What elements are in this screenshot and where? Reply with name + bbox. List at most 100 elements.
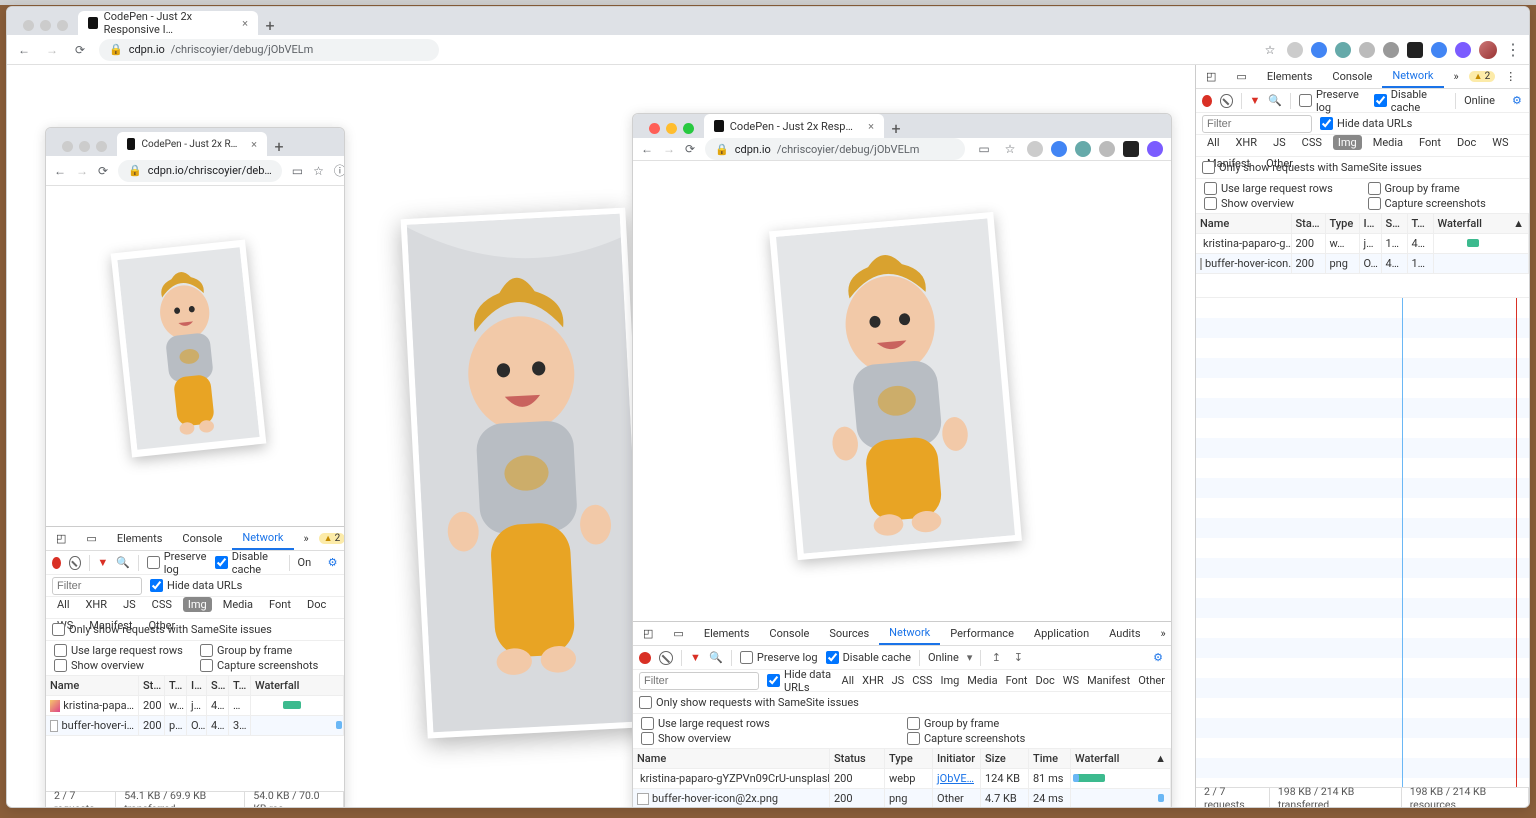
- table-row[interactable]: buffer-hover-icon… 200 png O… 4… 1…: [1196, 254, 1529, 274]
- online-selector[interactable]: On: [298, 556, 312, 569]
- ext-icon[interactable]: [1099, 141, 1115, 157]
- dt-close-icon[interactable]: ×: [1526, 65, 1529, 88]
- samesite-check[interactable]: Only show requests with SameSite issues: [639, 696, 859, 709]
- clear-button[interactable]: [69, 556, 80, 570]
- ext-icon[interactable]: [1383, 42, 1399, 58]
- large-rows-check[interactable]: Use large request rows: [1204, 182, 1358, 195]
- type-css[interactable]: CSS: [147, 597, 177, 612]
- profile-avatar[interactable]: [1171, 140, 1172, 158]
- profile-avatar[interactable]: [1479, 41, 1497, 59]
- inspect-icon[interactable]: ◰: [1196, 65, 1226, 88]
- filter-input[interactable]: [639, 672, 759, 690]
- more-tabs-icon[interactable]: »: [294, 527, 319, 550]
- dt-tab[interactable]: Elements: [694, 622, 760, 645]
- preserve-log-check[interactable]: Preserve log: [147, 550, 207, 576]
- device-icon[interactable]: ▭: [76, 527, 106, 550]
- ext-icon[interactable]: [1287, 42, 1303, 58]
- warning-badge[interactable]: 2: [1469, 71, 1496, 82]
- table-row[interactable]: kristina-paparo-gYZPVn09CrU-unsplash… 20…: [633, 769, 1171, 789]
- samesite-check[interactable]: Only show requests with SameSite issues: [1202, 161, 1422, 174]
- traffic-max[interactable]: [96, 141, 107, 152]
- group-frame-check[interactable]: Group by frame: [200, 644, 336, 657]
- table-row[interactable]: buffer-hover-i… 200 p… O… 4… 3…: [46, 716, 344, 736]
- show-overview-check[interactable]: Show overview: [641, 732, 897, 745]
- ext-icon[interactable]: [1147, 141, 1163, 157]
- ext-icon[interactable]: [1311, 42, 1327, 58]
- download-icon[interactable]: ↧: [1011, 651, 1025, 665]
- capture-check[interactable]: Capture screenshots: [200, 659, 336, 672]
- online-selector[interactable]: Online: [928, 651, 959, 664]
- traffic-close[interactable]: [23, 20, 34, 31]
- traffic-min[interactable]: [40, 20, 51, 31]
- inspect-icon[interactable]: ◰: [633, 622, 663, 645]
- new-tab-button[interactable]: +: [267, 137, 291, 156]
- traffic-min[interactable]: [666, 123, 677, 134]
- star-icon[interactable]: ☆: [1001, 142, 1019, 156]
- address-field[interactable]: 🔒 cdpn.io/chriscoyier/deb…: [118, 160, 282, 182]
- back-icon[interactable]: ←: [641, 142, 653, 156]
- inspect-icon[interactable]: ◰: [46, 527, 76, 550]
- disable-cache-check[interactable]: Disable cache: [1374, 88, 1447, 114]
- search-icon[interactable]: 🔍: [709, 651, 723, 665]
- online-selector[interactable]: Online: [1464, 94, 1495, 107]
- type-font[interactable]: Font: [264, 597, 296, 612]
- record-button[interactable]: [1202, 95, 1212, 107]
- dt-tab[interactable]: Console: [759, 622, 819, 645]
- large-rows-check[interactable]: Use large request rows: [54, 644, 190, 657]
- reload-icon[interactable]: ⟳: [685, 142, 695, 156]
- hide-urls-check[interactable]: Hide data URLs: [150, 579, 242, 592]
- preserve-log-check[interactable]: Preserve log: [1299, 88, 1366, 114]
- filter-input[interactable]: [52, 577, 142, 595]
- type-all[interactable]: All: [842, 674, 855, 687]
- table-row[interactable]: kristina-papa… 200 w… j… 4… …: [46, 696, 344, 716]
- col-name[interactable]: Name: [46, 676, 139, 695]
- dt-tab-network[interactable]: Network: [879, 622, 940, 645]
- type-img[interactable]: Img: [940, 674, 959, 687]
- dt-tab[interactable]: Audits: [1099, 622, 1150, 645]
- address-field[interactable]: 🔒 cdpn.io/chriscoyier/debug/jObVELm: [705, 138, 965, 160]
- dt-tab[interactable]: Performance: [940, 622, 1024, 645]
- gear-icon[interactable]: ⚙: [1511, 94, 1523, 108]
- clear-button[interactable]: [659, 651, 673, 665]
- forward-icon[interactable]: →: [663, 142, 675, 156]
- type-all[interactable]: All: [1202, 135, 1225, 150]
- gear-icon[interactable]: ⚙: [327, 556, 338, 570]
- dt-tab-console[interactable]: Console: [172, 527, 232, 550]
- star-icon[interactable]: ☆: [1261, 43, 1279, 57]
- filter-icon[interactable]: ▼: [690, 651, 701, 664]
- type-all[interactable]: All: [52, 597, 75, 612]
- traffic-max[interactable]: [57, 20, 68, 31]
- traffic-close[interactable]: [649, 123, 660, 134]
- dt-tab[interactable]: Elements: [1257, 65, 1323, 88]
- table-row[interactable]: buffer-hover-icon@2x.png 200 png Other 4…: [633, 789, 1171, 807]
- disable-cache-check[interactable]: Disable cache: [215, 550, 281, 576]
- star-icon[interactable]: ☆: [313, 164, 324, 178]
- cast-icon[interactable]: ▭: [975, 142, 993, 156]
- new-tab-button[interactable]: +: [884, 119, 908, 138]
- traffic-close[interactable]: [62, 141, 73, 152]
- ext-icon[interactable]: [1075, 141, 1091, 157]
- info-icon[interactable]: ⓘ: [334, 162, 345, 179]
- tab-close-icon[interactable]: ×: [242, 17, 248, 30]
- clear-button[interactable]: [1220, 94, 1232, 108]
- dt-tab[interactable]: Sources: [819, 622, 879, 645]
- type-xhr[interactable]: XHR: [81, 597, 113, 612]
- reload-icon[interactable]: ⟳: [98, 164, 108, 178]
- ext-icon[interactable]: [1335, 42, 1351, 58]
- upload-icon[interactable]: ↥: [989, 651, 1003, 665]
- address-field[interactable]: 🔒 cdpn.io/chriscoyier/debug/jObVELm: [99, 39, 439, 61]
- back-icon[interactable]: ←: [15, 43, 33, 57]
- more-tabs-icon[interactable]: »: [1444, 65, 1469, 88]
- show-overview-check[interactable]: Show overview: [1204, 197, 1358, 210]
- group-frame-check[interactable]: Group by frame: [907, 717, 1163, 730]
- capture-check[interactable]: Capture screenshots: [907, 732, 1163, 745]
- type-js[interactable]: JS: [118, 597, 141, 612]
- hide-urls-check[interactable]: Hide data URLs: [767, 668, 834, 694]
- back-icon[interactable]: ←: [54, 164, 66, 178]
- capture-check[interactable]: Capture screenshots: [1368, 197, 1522, 210]
- traffic-max[interactable]: [683, 123, 694, 134]
- new-tab-button[interactable]: +: [258, 16, 282, 35]
- traffic-min[interactable]: [79, 141, 90, 152]
- more-tabs-icon[interactable]: »: [1151, 622, 1173, 645]
- browser-tab[interactable]: CodePen - Just 2x Responsive… ×: [117, 132, 267, 156]
